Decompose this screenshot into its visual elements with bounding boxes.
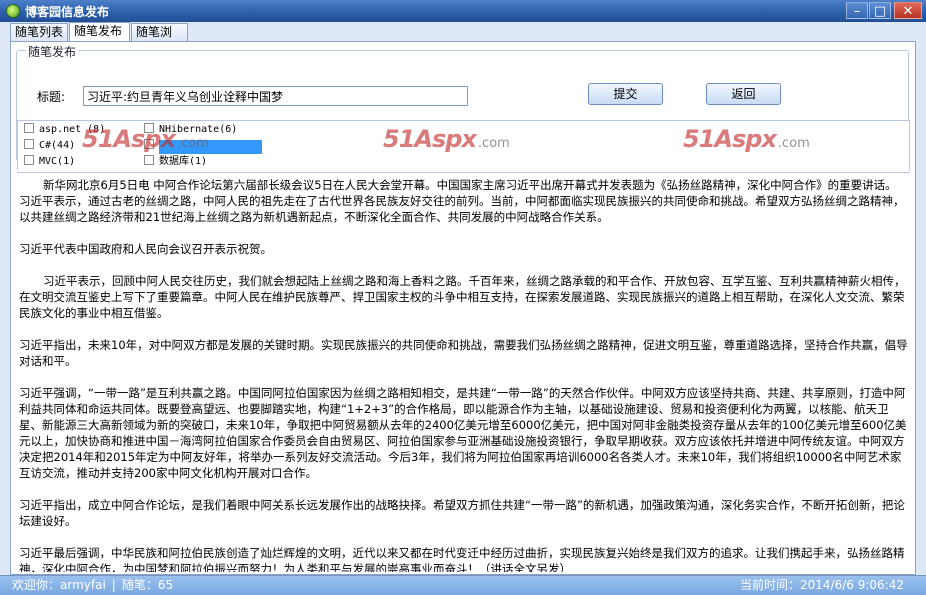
tab-post-browse[interactable]: 随笔浏览 bbox=[131, 23, 188, 56]
tab-post-publish[interactable]: 随笔发布 bbox=[69, 22, 130, 41]
tab-post-list[interactable]: 随笔列表 bbox=[10, 23, 68, 41]
category-label: 数据库(1) bbox=[159, 156, 208, 167]
status-bar: 欢迎你：armyfai | 随笔：65 当前时间：2014/6/6 9:06:42 bbox=[0, 575, 926, 595]
watermark-brand: 51Aspx bbox=[683, 125, 777, 153]
checkbox-icon[interactable] bbox=[144, 155, 154, 165]
category-label: C#(44) bbox=[39, 140, 76, 151]
article-paragraph: 习近平最后强调，中华民族和阿拉伯民族创造了灿烂辉煌的文明，近代以来又都在时代变迁… bbox=[19, 546, 905, 572]
article-paragraph: 习近平代表中国政府和人民向会议召开表示祝贺。 bbox=[19, 242, 272, 256]
watermark-brand: 51Aspx bbox=[82, 125, 176, 153]
category-list: asp.net (8) NHibernate(6) C#(44) MVC(1) … bbox=[17, 120, 910, 170]
watermark-suffix: .com bbox=[477, 136, 510, 151]
back-button[interactable]: 返回 bbox=[706, 83, 781, 105]
category-checkbox-csharp[interactable]: C#(44) bbox=[24, 139, 75, 153]
post-count: 随笔：65 bbox=[121, 578, 174, 592]
welcome-text: 欢迎你：armyfai bbox=[12, 578, 106, 592]
publish-panel: 随笔发布 标题: 提交 返回 asp.net (8) NHibernate(6)… bbox=[10, 41, 916, 575]
watermark-suffix: .com bbox=[176, 136, 209, 151]
article-paragraph: 新华网北京6月5日电 中阿合作论坛第六届部长级会议5日在人民大会堂开幕。中国国家… bbox=[19, 178, 905, 224]
watermark-suffix: .com bbox=[777, 136, 810, 151]
title-bar: 博客园信息发布 – □ ✕ bbox=[0, 0, 926, 22]
category-checkbox-mvc[interactable]: MVC(1) bbox=[24, 155, 75, 169]
article-paragraph: 习近平强调，“一带一路”是互利共赢之路。中国同阿拉伯国家因为丝绸之路相知相交，是… bbox=[19, 386, 907, 480]
window-title: 博客园信息发布 bbox=[25, 5, 110, 19]
watermark-brand: 51Aspx bbox=[383, 125, 477, 153]
close-button[interactable]: ✕ bbox=[894, 2, 922, 19]
status-left: 欢迎你：armyfai | 随笔：65 bbox=[12, 576, 173, 594]
current-time: 当前时间：2014/6/6 9:06:42 bbox=[740, 578, 904, 592]
title-input[interactable] bbox=[83, 86, 468, 106]
status-separator: | bbox=[111, 578, 116, 592]
maximize-button[interactable]: □ bbox=[869, 2, 891, 19]
title-label: 标题: bbox=[37, 90, 66, 104]
article-content[interactable]: 新华网北京6月5日电 中阿合作论坛第六届部长级会议5日在人民大会堂开幕。中国国家… bbox=[17, 172, 910, 572]
watermark-logo: 51Aspx .com bbox=[383, 125, 510, 153]
article-paragraph: 习近平指出，成立中阿合作论坛，是我们着眼中阿关系长远发展作出的战略抉择。希望双方… bbox=[19, 498, 905, 528]
checkbox-icon[interactable] bbox=[24, 155, 34, 165]
watermark-logo: 51Aspx .com bbox=[683, 125, 810, 153]
app-icon bbox=[6, 4, 20, 18]
minimize-button[interactable]: – bbox=[846, 2, 868, 19]
category-checkbox-database[interactable]: 数据库(1) bbox=[144, 155, 207, 169]
checkbox-icon[interactable] bbox=[24, 123, 34, 133]
article-paragraph: 习近平指出，未来10年，对中阿双方都是发展的关键时期。实现民族振兴的共同使命和挑… bbox=[19, 338, 908, 368]
watermark-logo: 51Aspx .com bbox=[82, 125, 209, 153]
article-paragraph: 习近平表示，回顾中阿人民交往历史，我们就会想起陆上丝绸之路和海上香料之路。千百年… bbox=[19, 274, 906, 320]
group-title: 随笔发布 bbox=[26, 43, 79, 60]
category-label: MVC(1) bbox=[39, 156, 76, 167]
checkbox-icon[interactable] bbox=[24, 139, 34, 149]
submit-button[interactable]: 提交 bbox=[588, 83, 663, 105]
